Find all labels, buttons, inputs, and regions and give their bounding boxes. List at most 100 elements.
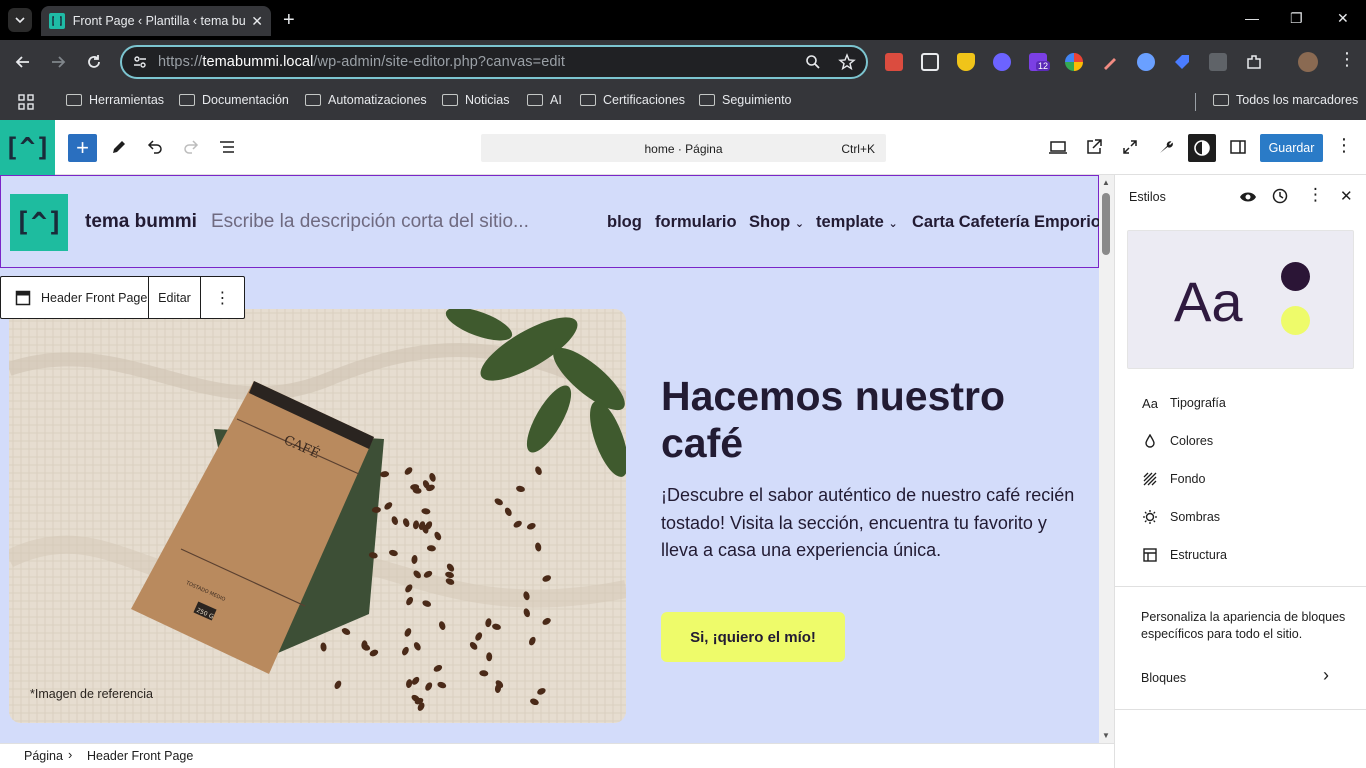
bot-extension-icon[interactable] <box>1137 53 1155 71</box>
hero-cta-button[interactable]: Si, ¡quiero el mío! <box>661 612 845 662</box>
block-inserter-button[interactable]: + <box>68 134 97 162</box>
eye-icon[interactable] <box>1239 188 1257 206</box>
back-button[interactable] <box>13 52 33 72</box>
options-menu-icon[interactable]: ⋮ <box>1335 135 1355 155</box>
brush-extension-icon[interactable] <box>957 53 975 71</box>
device-preview-icon[interactable] <box>1048 137 1068 157</box>
tab-close-icon[interactable]: ✕ <box>251 13 263 30</box>
bookmark-herramientas[interactable]: Herramientas <box>66 93 164 107</box>
typography-icon: Aa <box>1142 395 1158 411</box>
redo-icon[interactable] <box>181 137 201 157</box>
bookmark-automatizaciones[interactable]: Automatizaciones <box>305 93 427 107</box>
gear-extension-icon[interactable] <box>993 53 1011 71</box>
bookmark-noticias[interactable]: Noticias <box>442 93 509 107</box>
badge-extension-icon[interactable]: 12 <box>1029 53 1051 71</box>
pen-extension-icon[interactable] <box>1101 53 1119 71</box>
hero-title[interactable]: Hacemos nuestro café <box>661 373 1081 467</box>
tab-search-button[interactable] <box>8 8 32 32</box>
site-tagline[interactable]: Escribe la descripción corta del sitio..… <box>211 211 529 233</box>
block-options-icon[interactable]: ⋮ <box>201 277 244 318</box>
hero-paragraph[interactable]: ¡Descubre el sabor auténtico de nuestro … <box>661 482 1081 565</box>
save-button[interactable]: Guardar <box>1260 134 1323 162</box>
wrench-icon[interactable] <box>1156 137 1176 157</box>
arrow-left-icon <box>15 56 29 68</box>
nav-item-shop[interactable]: Shop ⌄ <box>749 213 804 232</box>
browser-menu-icon[interactable]: ⋮ <box>1338 49 1358 69</box>
reload-button[interactable] <box>84 52 104 72</box>
nav-item-blog[interactable]: blog <box>607 213 642 232</box>
zoom-icon[interactable] <box>805 54 821 70</box>
block-type-button[interactable]: Header Front Page <box>1 277 149 318</box>
nav-item-template[interactable]: template ⌄ <box>816 213 898 232</box>
canvas-scrollbar[interactable]: ▲ ▼ <box>1099 175 1114 743</box>
sidebar-item-tipografia[interactable]: Aa Tipografía <box>1141 394 1226 412</box>
coffee-bag-illustration: CAFÉ 250 G TOSTADO MEDIO <box>9 309 626 723</box>
arrow-right-icon <box>52 56 66 68</box>
browser-tab-active[interactable]: Front Page ‹ Plantilla ‹ tema bummi ✕ <box>41 6 271 36</box>
window-close-icon[interactable]: ✕ <box>1337 10 1349 27</box>
bookmark-certificaciones[interactable]: Certificaciones <box>580 93 685 107</box>
breadcrumb-item-header[interactable]: Header Front Page <box>87 749 193 763</box>
breadcrumb-item-page[interactable]: Página <box>24 749 63 763</box>
list-view-icon[interactable] <box>217 137 237 157</box>
layout-icon <box>1141 546 1159 564</box>
drop-icon <box>1141 432 1159 450</box>
color-extension-icon[interactable] <box>1065 53 1083 71</box>
puzzle-extension-icon[interactable] <box>1245 53 1263 71</box>
settings-sidebar-icon[interactable] <box>1228 137 1248 157</box>
profile-avatar[interactable] <box>1298 52 1318 72</box>
image-caption: *Imagen de referencia <box>30 687 153 701</box>
sidebar-item-sombras[interactable]: Sombras <box>1141 508 1220 526</box>
new-tab-button[interactable]: + <box>283 10 295 30</box>
editor-canvas[interactable]: [^] tema bummi Escribe la descripción co… <box>0 175 1099 743</box>
block-breadcrumb: Página › Header Front Page <box>0 743 1114 768</box>
sidebar-item-fondo[interactable]: Fondo <box>1141 470 1205 488</box>
blocks-nav-item[interactable]: Bloques <box>1141 671 1186 685</box>
fullscreen-icon[interactable] <box>1120 137 1140 157</box>
view-site-icon[interactable] <box>1084 137 1104 157</box>
notion-extension-icon[interactable] <box>921 53 939 71</box>
header-template-part[interactable]: [^] tema bummi Escribe la descripción co… <box>0 175 1099 268</box>
chevron-right-icon[interactable]: › <box>1323 665 1329 686</box>
nav-item-carta[interactable]: Carta Cafetería Emporio <box>912 213 1099 232</box>
block-toolbar: Header Front Page Editar ⋮ <box>0 276 245 319</box>
scroll-down-icon[interactable]: ▼ <box>1102 731 1110 740</box>
bookmark-star-icon[interactable] <box>838 53 856 71</box>
sidebar-options-icon[interactable]: ⋮ <box>1307 185 1324 205</box>
sidebar-item-estructura[interactable]: Estructura <box>1141 546 1227 564</box>
bookmark-documentacion[interactable]: Documentación <box>179 93 289 107</box>
tab-title: Front Page ‹ Plantilla ‹ tema bummi <box>72 14 246 28</box>
edit-template-part-button[interactable]: Editar <box>149 277 201 318</box>
code-extension-icon[interactable] <box>1209 53 1227 71</box>
site-logo[interactable]: [^] <box>10 194 68 251</box>
bookmarks-bar: Herramientas Documentación Automatizacio… <box>0 85 1366 120</box>
revisions-icon[interactable] <box>1271 187 1289 205</box>
sidebar-item-colores[interactable]: Colores <box>1141 432 1213 450</box>
bookmark-ai[interactable]: AI <box>527 93 562 107</box>
apps-grid-icon[interactable] <box>18 94 34 110</box>
command-palette-button[interactable]: home · Página Ctrl+K <box>481 134 886 162</box>
tag-extension-icon[interactable] <box>1173 53 1191 71</box>
folder-icon <box>179 94 195 106</box>
style-preview[interactable]: Aa <box>1127 230 1354 369</box>
minimize-icon[interactable]: — <box>1245 10 1259 26</box>
hero-image[interactable]: CAFÉ 250 G TOSTADO MEDIO <box>9 309 626 723</box>
site-icon-button[interactable]: [^] <box>0 120 55 175</box>
site-title[interactable]: tema bummi <box>85 211 197 233</box>
sidebar-close-icon[interactable]: ✕ <box>1340 187 1353 205</box>
undo-icon[interactable] <box>145 137 165 157</box>
bookmarks-divider <box>1195 93 1196 111</box>
tools-pencil-icon[interactable] <box>109 137 129 157</box>
scroll-up-icon[interactable]: ▲ <box>1102 178 1110 187</box>
sidebar-title: Estilos <box>1129 190 1166 204</box>
todoist-extension-icon[interactable] <box>885 53 903 71</box>
folder-icon <box>442 94 458 106</box>
forward-button[interactable] <box>48 52 68 72</box>
scrollbar-thumb[interactable] <box>1102 193 1110 255</box>
restore-icon[interactable]: ❐ <box>1290 10 1303 27</box>
site-icon-glyph: [^] <box>4 132 51 163</box>
bookmark-seguimiento[interactable]: Seguimiento <box>699 93 792 107</box>
address-bar[interactable]: https://temabummi.local/wp-admin/site-ed… <box>120 45 868 79</box>
all-bookmarks[interactable]: Todos los marcadores <box>1213 93 1358 107</box>
nav-item-formulario[interactable]: formulario <box>655 213 737 232</box>
